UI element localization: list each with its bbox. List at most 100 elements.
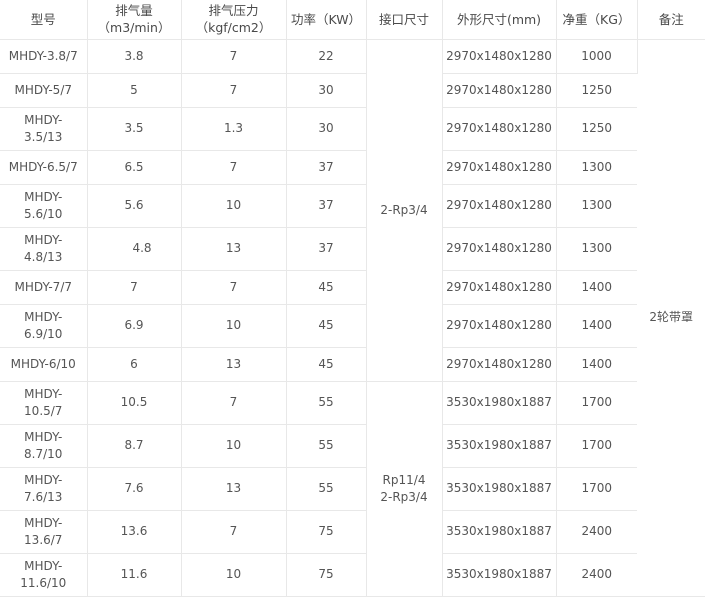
- pressure-cell: 10: [181, 553, 287, 597]
- weight-cell: 1000: [556, 39, 638, 74]
- power-cell: 55: [286, 424, 367, 468]
- pressure-cell: 7: [181, 73, 287, 108]
- flow-cell: 5.6: [87, 184, 182, 228]
- pressure-cell: 13: [181, 347, 287, 382]
- dimensions-cell: 2970x1480x1280: [442, 73, 557, 108]
- model-cell: MHDY-6.5/7: [0, 150, 88, 185]
- dimensions-cell: 3530x1980x1887: [442, 467, 557, 511]
- pressure-cell: 10: [181, 184, 287, 228]
- header-dimensions: 外形尺寸(mm): [442, 0, 557, 40]
- dimensions-cell: 2970x1480x1280: [442, 150, 557, 185]
- table-row: MHDY- 7.6/13 7.6 13 55 3530x1980x1887 170…: [0, 467, 705, 511]
- weight-cell: 1700: [556, 424, 637, 468]
- table-row: MHDY- 11.6/10 11.6 10 75 3530x1980x1887 2…: [0, 553, 705, 597]
- header-pressure: 排气压力 （kgf/cm2）: [181, 0, 287, 40]
- weight-cell: 1300: [556, 150, 637, 185]
- pressure-cell: 7: [181, 381, 287, 425]
- table-row: MHDY- 8.7/10 8.7 10 55 3530x1980x1887 170…: [0, 424, 705, 468]
- model-cell: MHDY-5/7: [0, 73, 88, 108]
- flow-cell: 8.7: [87, 424, 182, 468]
- pressure-cell: 13: [181, 467, 287, 511]
- weight-cell: 1700: [556, 381, 637, 425]
- model-cell: MHDY-7/7: [0, 270, 88, 305]
- flow-cell: 3.5: [87, 107, 182, 151]
- power-cell: 30: [286, 73, 367, 108]
- pressure-cell: 13: [181, 227, 287, 271]
- header-note: 备注: [637, 0, 705, 40]
- table-row: MHDY- 10.5/7 10.5 7 55 Rp11/4 2-Rp3/4 3530…: [0, 381, 705, 597]
- table-row: MHDY- 3.5/13 3.5 1.3 30 2970x1480x1280 12…: [0, 107, 705, 151]
- power-cell: 75: [286, 553, 367, 597]
- weight-cell: 1300: [556, 184, 637, 228]
- pressure-cell: 7: [181, 510, 287, 554]
- power-cell: 45: [286, 304, 367, 348]
- model-cell: MHDY- 4.8/13: [0, 227, 88, 271]
- dimensions-cell: 3530x1980x1887: [442, 510, 557, 554]
- power-cell: 45: [286, 347, 367, 382]
- weight-cell: 1400: [556, 304, 637, 348]
- weight-cell: 2400: [556, 553, 637, 597]
- header-row: 型号 排气量 （m3/min） 排气压力 （kgf/cm2） 功率（KW） 接口尺寸…: [0, 0, 705, 40]
- weight-cell: 2400: [556, 510, 637, 554]
- model-cell: MHDY-3.8/7: [0, 39, 88, 74]
- power-cell: 75: [286, 510, 367, 554]
- power-cell: 37: [286, 150, 367, 185]
- flow-cell: 13.6: [87, 510, 182, 554]
- flow-cell: 7.6: [87, 467, 182, 511]
- table-row: MHDY- 6.9/10 6.9 10 45 2970x1480x1280 140…: [0, 304, 705, 348]
- power-cell: 22: [286, 39, 367, 74]
- model-cell: MHDY- 3.5/13: [0, 107, 88, 151]
- power-cell: 30: [286, 107, 367, 151]
- weight-cell: 1300: [556, 227, 637, 271]
- table-row: MHDY-3.8/7 3.8 7 22 2-Rp3/4 2970x1480x12…: [0, 39, 705, 597]
- flow-cell: 11.6: [87, 553, 182, 597]
- flow-cell: 6.5: [87, 150, 182, 185]
- dimensions-cell: 2970x1480x1280: [442, 304, 557, 348]
- dimensions-cell: 2970x1480x1280: [442, 227, 557, 271]
- model-cell: MHDY- 7.6/13: [0, 467, 88, 511]
- port-size-cell: 2-Rp3/4: [366, 39, 443, 382]
- model-cell: MHDY-6/10: [0, 347, 88, 382]
- flow-cell: 5: [87, 73, 182, 108]
- table-row: MHDY-6.5/7 6.5 7 37 2970x1480x1280 1300: [0, 150, 705, 185]
- dimensions-cell: 2970x1480x1280: [442, 184, 557, 228]
- header-model: 型号: [0, 0, 88, 40]
- header-flow: 排气量 （m3/min）: [87, 0, 182, 40]
- flow-cell: 6: [87, 347, 182, 382]
- weight-cell: 1400: [556, 270, 637, 305]
- table-row: MHDY-7/7 7 7 45 2970x1480x1280 1400: [0, 270, 705, 305]
- table-row: MHDY-6/10 6 13 45 2970x1480x1280 1400: [0, 347, 705, 382]
- pressure-cell: 1.3: [181, 107, 287, 151]
- spec-table: 型号 排气量 （m3/min） 排气压力 （kgf/cm2） 功率（KW） 接口尺寸…: [0, 0, 705, 597]
- table-row: MHDY- 4.8/13 4.8 13 37 2970x1480x1280 130…: [0, 227, 705, 271]
- header-weight: 净重（KG）: [556, 0, 638, 40]
- model-cell: MHDY- 6.9/10: [0, 304, 88, 348]
- weight-cell: 1250: [556, 73, 637, 108]
- dimensions-cell: 2970x1480x1280: [442, 270, 557, 305]
- weight-cell: 1400: [556, 347, 637, 382]
- dimensions-cell: 3530x1980x1887: [442, 424, 557, 468]
- weight-cell: 1700: [556, 467, 637, 511]
- model-cell: MHDY- 5.6/10: [0, 184, 88, 228]
- flow-cell: 10.5: [87, 381, 182, 425]
- pressure-cell: 7: [181, 39, 287, 74]
- table-row: MHDY- 5.6/10 5.6 10 37 2970x1480x1280 130…: [0, 184, 705, 228]
- table-row: MHDY- 13.6/7 13.6 7 75 3530x1980x1887 240…: [0, 510, 705, 554]
- flow-cell: 4.8: [87, 227, 182, 271]
- power-cell: 55: [286, 381, 367, 425]
- pressure-cell: 10: [181, 304, 287, 348]
- model-cell: MHDY- 11.6/10: [0, 553, 88, 597]
- note-cell: 2轮带罩: [637, 39, 705, 597]
- dimensions-cell: 2970x1480x1280: [442, 39, 557, 74]
- dimensions-cell: 3530x1980x1887: [442, 381, 557, 425]
- table-row: MHDY-5/7 5 7 30 2970x1480x1280 1250: [0, 73, 705, 108]
- dimensions-cell: 3530x1980x1887: [442, 553, 557, 597]
- dimensions-cell: 2970x1480x1280: [442, 347, 557, 382]
- header-power: 功率（KW）: [286, 0, 367, 40]
- flow-cell: 7: [87, 270, 182, 305]
- power-cell: 45: [286, 270, 367, 305]
- flow-cell: 3.8: [87, 39, 182, 74]
- model-cell: MHDY- 8.7/10: [0, 424, 88, 468]
- weight-cell: 1250: [556, 107, 637, 151]
- port-size-cell: Rp11/4 2-Rp3/4: [366, 381, 443, 597]
